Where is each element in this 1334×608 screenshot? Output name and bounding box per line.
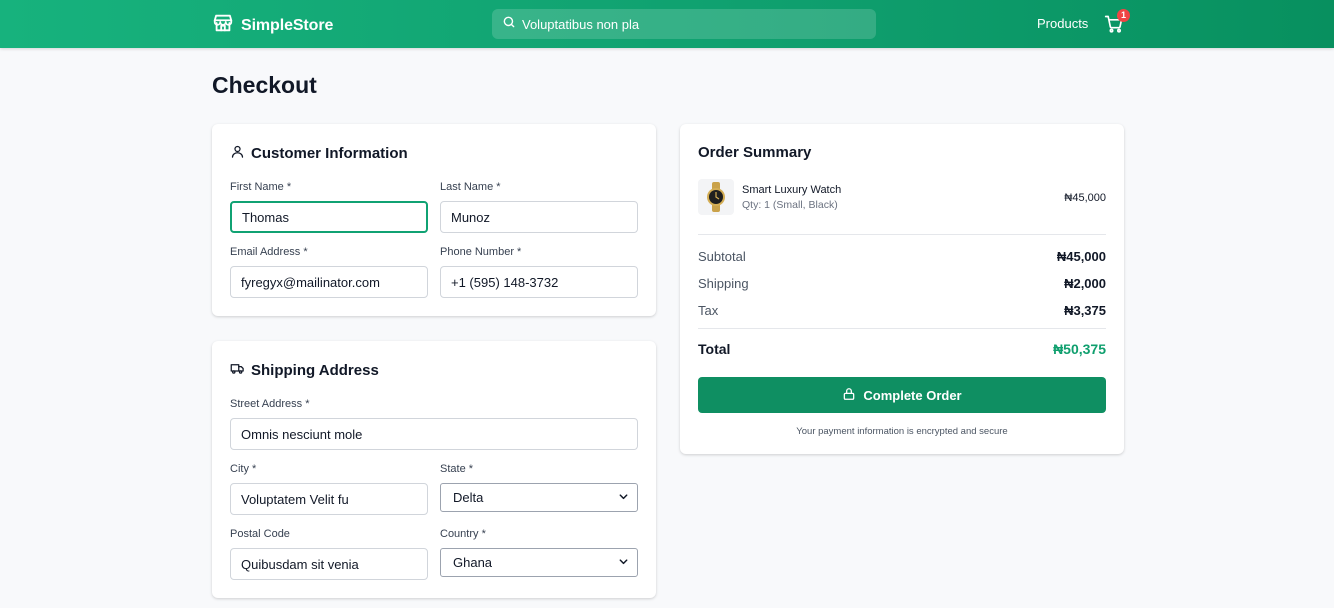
search-input[interactable] bbox=[522, 16, 852, 32]
customer-info-heading: Customer Information bbox=[230, 144, 408, 163]
city-field[interactable] bbox=[230, 483, 428, 515]
cart-icon bbox=[1104, 15, 1124, 38]
shipping-cost-value: ₦2,000 bbox=[1064, 276, 1106, 291]
state-select[interactable]: Delta bbox=[440, 483, 638, 512]
first-name-field[interactable] bbox=[230, 201, 428, 233]
page-title: Checkout bbox=[212, 72, 317, 98]
top-navbar: SimpleStore Products 1 bbox=[0, 0, 1334, 48]
subtotal-label: Subtotal bbox=[698, 249, 746, 264]
tax-label: Tax bbox=[698, 303, 719, 318]
last-name-field[interactable] bbox=[440, 201, 638, 233]
lock-icon bbox=[842, 387, 856, 404]
truck-icon bbox=[230, 361, 245, 380]
country-select[interactable]: Ghana bbox=[440, 548, 638, 577]
brand-logo[interactable]: SimpleStore bbox=[212, 12, 333, 39]
street-field[interactable] bbox=[230, 418, 638, 450]
chevron-down-icon bbox=[618, 490, 629, 505]
brand-name: SimpleStore bbox=[241, 16, 334, 34]
shipping-address-heading: Shipping Address bbox=[230, 361, 379, 380]
state-select-value: Delta bbox=[453, 490, 484, 505]
user-icon bbox=[230, 144, 245, 163]
shipping-cost-label: Shipping bbox=[698, 276, 749, 291]
total-label: Total bbox=[698, 341, 731, 357]
complete-order-button[interactable]: Complete Order bbox=[698, 377, 1106, 413]
shipping-address-title: Shipping Address bbox=[251, 362, 379, 379]
shipping-address-card: Shipping Address Street Address * City *… bbox=[212, 341, 656, 598]
customer-info-title: Customer Information bbox=[251, 145, 408, 162]
country-label: Country * bbox=[440, 528, 486, 540]
street-label: Street Address * bbox=[230, 398, 310, 410]
chevron-down-icon bbox=[618, 555, 629, 570]
nav-products-link[interactable]: Products bbox=[1037, 16, 1088, 31]
phone-field[interactable] bbox=[440, 266, 638, 298]
product-price: ₦45,000 bbox=[1064, 192, 1106, 204]
city-label: City * bbox=[230, 463, 257, 475]
subtotal-value: ₦45,000 bbox=[1056, 249, 1106, 264]
email-label: Email Address * bbox=[230, 246, 308, 258]
order-summary-card: Order Summary Smart Luxury Watch Qty: 1 … bbox=[680, 124, 1124, 454]
search-bar bbox=[492, 9, 876, 39]
product-name: Smart Luxury Watch bbox=[742, 184, 842, 196]
cart-count-badge: 1 bbox=[1117, 9, 1130, 22]
postal-code-label: Postal Code bbox=[230, 528, 290, 540]
security-note: Your payment information is encrypted an… bbox=[796, 426, 1008, 437]
total-value: ₦50,375 bbox=[1053, 341, 1106, 357]
last-name-label: Last Name * bbox=[440, 181, 501, 193]
cart-button[interactable]: 1 bbox=[1104, 9, 1130, 38]
divider bbox=[698, 328, 1106, 329]
product-thumbnail bbox=[698, 179, 734, 215]
order-summary-title: Order Summary bbox=[698, 144, 812, 161]
customer-info-card: Customer Information First Name * Last N… bbox=[212, 124, 656, 316]
phone-label: Phone Number * bbox=[440, 246, 522, 258]
postal-code-field[interactable] bbox=[230, 548, 428, 580]
divider bbox=[698, 234, 1106, 235]
product-meta: Qty: 1 (Small, Black) bbox=[742, 199, 838, 211]
state-label: State * bbox=[440, 463, 474, 475]
complete-order-label: Complete Order bbox=[863, 387, 962, 403]
first-name-label: First Name * bbox=[230, 181, 292, 193]
search-icon bbox=[502, 15, 516, 34]
tax-value: ₦3,375 bbox=[1064, 303, 1106, 318]
store-icon bbox=[212, 12, 234, 39]
email-field[interactable] bbox=[230, 266, 428, 298]
country-select-value: Ghana bbox=[453, 555, 493, 570]
